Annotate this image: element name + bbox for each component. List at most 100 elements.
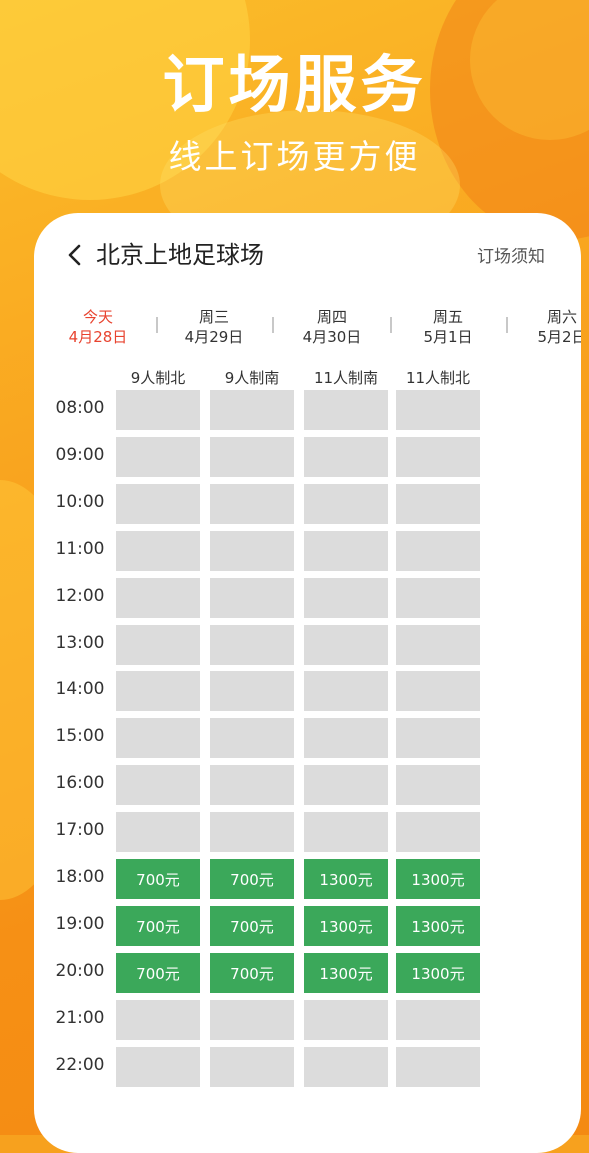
date-tab[interactable]: 周三 4月29日 xyxy=(166,307,262,347)
time-label: 17:00 xyxy=(55,820,105,840)
date-tab-date: 5月1日 xyxy=(423,328,473,346)
unavailable-slot xyxy=(304,437,388,477)
unavailable-slot xyxy=(210,812,294,852)
court-header: 9人制北 xyxy=(130,369,186,387)
date-selector: 今天 4月28日 周三 4月29日 周四 4月30日 周五 5月1日 周六 5月2日 xyxy=(34,307,581,347)
unavailable-slot xyxy=(304,718,388,758)
unavailable-slot xyxy=(396,578,480,618)
back-button[interactable] xyxy=(64,239,86,271)
unavailable-slot xyxy=(116,1000,200,1040)
date-tab[interactable]: 今天 4月28日 xyxy=(50,307,146,347)
hero-title: 订场服务 xyxy=(162,48,427,121)
unavailable-slot xyxy=(210,765,294,805)
unavailable-slot xyxy=(304,1000,388,1040)
unavailable-slot xyxy=(304,484,388,524)
date-tab-date: 5月2日 xyxy=(537,328,581,346)
available-slot[interactable]: 700元 xyxy=(116,953,200,993)
available-slot[interactable]: 1300元 xyxy=(396,859,480,899)
available-slot[interactable]: 700元 xyxy=(210,906,294,946)
time-label: 16:00 xyxy=(55,773,105,793)
unavailable-slot xyxy=(116,390,200,430)
unavailable-slot xyxy=(304,390,388,430)
date-divider xyxy=(506,317,508,333)
unavailable-slot xyxy=(210,1000,294,1040)
unavailable-slot xyxy=(396,671,480,711)
unavailable-slot xyxy=(396,765,480,805)
unavailable-slot xyxy=(210,1047,294,1087)
date-tab[interactable]: 周四 4月30日 xyxy=(284,307,380,347)
time-label: 19:00 xyxy=(55,914,105,934)
unavailable-slot xyxy=(210,671,294,711)
time-label: 11:00 xyxy=(55,539,105,559)
unavailable-slot xyxy=(116,437,200,477)
court-header: 11人制北 xyxy=(405,369,471,387)
time-label: 15:00 xyxy=(55,726,105,746)
available-slot[interactable]: 700元 xyxy=(116,906,200,946)
hero-subtitle: 线上订场更方便 xyxy=(168,137,421,176)
unavailable-slot xyxy=(304,671,388,711)
unavailable-slot xyxy=(396,812,480,852)
date-divider xyxy=(390,317,392,333)
available-slot[interactable]: 700元 xyxy=(210,859,294,899)
unavailable-slot xyxy=(116,484,200,524)
unavailable-slot xyxy=(116,812,200,852)
date-divider xyxy=(272,317,274,333)
unavailable-slot xyxy=(210,484,294,524)
available-slot[interactable]: 1300元 xyxy=(396,906,480,946)
date-tab-day: 周三 xyxy=(198,308,229,326)
available-slot[interactable]: 1300元 xyxy=(304,859,388,899)
date-tab[interactable]: 周六 5月2日 xyxy=(514,307,581,347)
unavailable-slot xyxy=(304,1047,388,1087)
venue-title: 北京上地足球场 xyxy=(96,241,264,269)
time-label: 21:00 xyxy=(55,1008,105,1028)
unavailable-slot xyxy=(396,1047,480,1087)
date-divider xyxy=(156,317,158,333)
unavailable-slot xyxy=(396,718,480,758)
unavailable-slot xyxy=(116,578,200,618)
date-tab-day: 周五 xyxy=(432,308,463,326)
unavailable-slot xyxy=(304,625,388,665)
unavailable-slot xyxy=(304,578,388,618)
court-header: 9人制南 xyxy=(224,369,280,387)
unavailable-slot xyxy=(396,531,480,571)
available-slot[interactable]: 700元 xyxy=(210,953,294,993)
available-slot[interactable]: 1300元 xyxy=(304,906,388,946)
time-label: 14:00 xyxy=(55,679,105,699)
booking-notice-link[interactable]: 订场须知 xyxy=(477,243,545,271)
time-label: 20:00 xyxy=(55,961,105,981)
date-tab[interactable]: 周五 5月1日 xyxy=(400,307,496,347)
unavailable-slot xyxy=(304,531,388,571)
available-slot[interactable]: 1300元 xyxy=(396,953,480,993)
unavailable-slot xyxy=(210,718,294,758)
unavailable-slot xyxy=(396,484,480,524)
available-slot[interactable]: 700元 xyxy=(116,859,200,899)
unavailable-slot xyxy=(210,437,294,477)
unavailable-slot xyxy=(210,578,294,618)
unavailable-slot xyxy=(210,625,294,665)
unavailable-slot xyxy=(396,437,480,477)
unavailable-slot xyxy=(304,765,388,805)
date-tab-day: 周六 xyxy=(546,308,577,326)
date-tab-date: 4月29日 xyxy=(184,328,244,346)
time-label: 10:00 xyxy=(55,492,105,512)
unavailable-slot xyxy=(304,812,388,852)
court-header: 11人制南 xyxy=(313,369,379,387)
unavailable-slot xyxy=(116,1047,200,1087)
nav-bar: 北京上地足球场 订场须知 xyxy=(34,239,581,275)
date-tab-date: 4月28日 xyxy=(68,328,128,346)
unavailable-slot xyxy=(116,765,200,805)
unavailable-slot xyxy=(116,718,200,758)
unavailable-slot xyxy=(116,671,200,711)
unavailable-slot xyxy=(116,625,200,665)
time-label: 09:00 xyxy=(55,445,105,465)
booking-card: 北京上地足球场 订场须知 今天 4月28日 周三 4月29日 周四 4月30日 周五 5月1日… xyxy=(34,213,581,1153)
time-label: 22:00 xyxy=(55,1055,105,1075)
unavailable-slot xyxy=(396,625,480,665)
chevron-left-icon xyxy=(68,244,81,266)
date-tab-day: 今天 xyxy=(82,308,113,326)
time-label: 13:00 xyxy=(55,633,105,653)
unavailable-slot xyxy=(210,390,294,430)
time-label: 12:00 xyxy=(55,586,105,606)
date-tab-day: 周四 xyxy=(316,308,347,326)
available-slot[interactable]: 1300元 xyxy=(304,953,388,993)
